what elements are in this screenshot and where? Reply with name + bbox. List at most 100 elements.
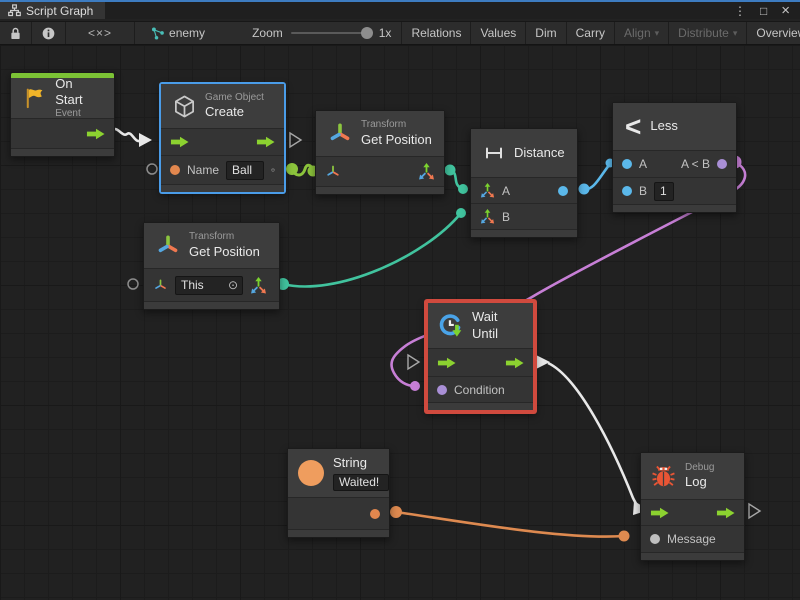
node-footer <box>471 229 577 237</box>
gameobject-output-port[interactable] <box>271 162 275 178</box>
less-output-port[interactable] <box>717 159 727 169</box>
vector3-output-port[interactable] <box>250 277 267 294</box>
graph-name: enemy <box>169 26 205 40</box>
object-picker-icon[interactable]: ⊙ <box>228 278 238 292</box>
vector3-output-port[interactable] <box>418 163 435 180</box>
graph-toolbar: <×> enemy Zoom 1x Relations Values <box>0 21 800 45</box>
dim-button[interactable]: Dim <box>526 22 566 44</box>
zoom-label: Zoom <box>252 26 283 40</box>
unconnected-port-create-name[interactable] <box>147 164 157 174</box>
transform-input-port[interactable] <box>325 164 341 180</box>
node-title: On Start <box>55 76 102 109</box>
info-icon <box>42 27 55 40</box>
tab-title: Script Graph <box>26 4 93 18</box>
node-on-start[interactable]: On Start Event <box>10 72 115 157</box>
vector3-input-port-a[interactable] <box>480 183 495 198</box>
node-less[interactable]: < Less A A < B B <box>612 102 737 213</box>
less-than-icon: < <box>625 113 641 141</box>
node-footer <box>428 402 533 410</box>
wire-onstart-to-create[interactable] <box>112 129 152 147</box>
target-value-field[interactable] <box>176 277 228 294</box>
port-label-message: Message <box>667 532 716 546</box>
zoom-value: 1x <box>379 26 392 40</box>
transform-input-port[interactable] <box>153 278 168 293</box>
wire-waituntil-to-debuglog[interactable] <box>536 355 649 515</box>
window-maximize-icon[interactable]: □ <box>760 4 767 18</box>
flow-input-port[interactable] <box>650 507 669 519</box>
flow-in-marker-waituntil <box>408 355 419 369</box>
node-get-position-top[interactable]: Transform Get Position <box>315 110 445 195</box>
port-label-condition: Condition <box>454 383 505 397</box>
window-close-icon[interactable]: × <box>781 2 790 19</box>
node-debug-log[interactable]: Debug Log Message <box>640 452 745 561</box>
node-string[interactable]: String <box>287 448 390 538</box>
node-title: String <box>333 455 389 471</box>
less-input-a-port[interactable] <box>622 159 632 169</box>
bug-icon <box>651 464 676 489</box>
node-title: Get Position <box>189 244 260 260</box>
port-label-a: A <box>639 157 647 171</box>
node-footer <box>144 301 279 309</box>
node-create[interactable]: Game Object Create Name <box>160 83 285 193</box>
string-output-port[interactable] <box>370 509 380 519</box>
wire-getposition-to-distance-a[interactable] <box>445 165 469 195</box>
node-category: Game Object <box>205 92 264 105</box>
zoom-slider[interactable] <box>291 32 371 34</box>
flow-out-marker-create <box>290 133 301 147</box>
wire-create-to-getposition[interactable] <box>286 163 319 177</box>
node-distance[interactable]: Distance A B <box>470 128 578 238</box>
window-menu-icon[interactable]: ⋮ <box>734 4 746 18</box>
flag-icon <box>23 86 46 110</box>
flow-output-port[interactable] <box>716 507 735 519</box>
wire-string-to-debuglog[interactable] <box>390 506 630 542</box>
node-wait-until[interactable]: Wait Until Condition <box>425 300 536 413</box>
title-bar: Script Graph ⋮ □ × <box>0 0 800 19</box>
name-input-port[interactable] <box>170 165 180 175</box>
node-get-position-left[interactable]: Transform Get Position ⊙ <box>143 222 280 310</box>
flow-output-port[interactable] <box>505 357 524 369</box>
align-dropdown[interactable]: Align ▾ <box>615 22 669 44</box>
wire-getposition-to-distance-b[interactable] <box>277 208 466 290</box>
tab-script-graph[interactable]: Script Graph <box>0 2 105 19</box>
graph-asset-icon <box>151 27 165 40</box>
zoom-slider-knob[interactable] <box>361 27 373 39</box>
flow-input-port[interactable] <box>437 357 456 369</box>
flow-output-port[interactable] <box>256 136 275 148</box>
edit-source-button[interactable]: <×> <box>66 22 135 44</box>
distance-output-port[interactable] <box>558 186 568 196</box>
wire-distance-to-less[interactable] <box>579 159 615 195</box>
string-value-field[interactable] <box>333 474 389 491</box>
node-title: Wait Until <box>472 309 523 342</box>
unconnected-port-getposition-target[interactable] <box>128 279 138 289</box>
overview-button[interactable]: Overview <box>747 22 800 44</box>
node-footer <box>316 186 444 194</box>
node-footer <box>11 148 114 156</box>
node-title: Less <box>650 118 677 134</box>
node-title: Get Position <box>361 132 432 148</box>
port-label-b: B <box>639 184 647 198</box>
relations-button[interactable]: Relations <box>401 22 471 44</box>
inspect-button[interactable] <box>32 22 66 44</box>
message-input-port[interactable] <box>650 534 660 544</box>
condition-input-port[interactable] <box>437 385 447 395</box>
port-label-a: A <box>502 184 510 198</box>
wait-clock-icon <box>438 312 463 339</box>
node-footer <box>613 204 736 212</box>
less-b-value-field[interactable] <box>654 182 674 201</box>
node-category: Transform <box>361 119 432 132</box>
carry-button[interactable]: Carry <box>567 22 615 44</box>
distribute-dropdown[interactable]: Distribute ▾ <box>669 22 747 44</box>
graph-breadcrumb[interactable]: enemy <box>135 22 214 44</box>
values-button[interactable]: Values <box>471 22 526 44</box>
lock-button[interactable] <box>0 22 32 44</box>
flow-output-port[interactable] <box>86 128 105 140</box>
flow-out-marker-debuglog <box>749 504 760 518</box>
chevron-down-icon: ▾ <box>655 28 660 39</box>
port-label-name: Name <box>187 163 219 177</box>
flow-input-port[interactable] <box>170 136 189 148</box>
less-input-b-port[interactable] <box>622 186 632 196</box>
graph-canvas[interactable]: On Start Event Game Object Create <box>0 45 800 600</box>
vector3-input-port-b[interactable] <box>480 209 495 224</box>
name-value-field[interactable] <box>226 161 264 180</box>
node-subtitle: Event <box>55 108 102 121</box>
